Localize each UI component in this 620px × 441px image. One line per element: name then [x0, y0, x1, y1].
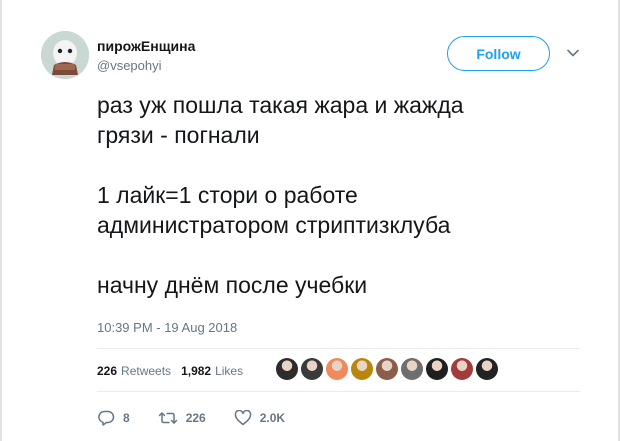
reply-count: 8 — [123, 411, 130, 425]
tweet-text: раз уж пошла такая жара и жажда грязи - … — [97, 90, 577, 300]
retweet-count: 226 — [185, 411, 206, 425]
retweet-button[interactable]: 226 — [158, 410, 206, 426]
liker-avatar-1[interactable] — [276, 358, 298, 380]
follow-button[interactable]: Follow — [447, 36, 550, 71]
liker-avatar-2[interactable] — [301, 358, 323, 380]
reply-icon — [98, 410, 115, 426]
heart-icon — [234, 410, 251, 426]
reply-button[interactable]: 8 — [97, 410, 130, 426]
like-count: 2.0K — [259, 411, 286, 425]
liker-avatars — [276, 358, 498, 380]
liker-avatar-5[interactable] — [376, 358, 398, 380]
user-handle[interactable]: @vsepohyi — [97, 58, 162, 73]
avatar[interactable] — [41, 31, 89, 79]
tweet-actions: 8 226 2.0K — [97, 410, 313, 426]
likes-count: 1,982 — [181, 364, 212, 378]
tweet-stats: 226 Retweets 1,982 Likes — [97, 364, 253, 378]
retweets-label: Retweets — [121, 364, 172, 378]
divider — [97, 391, 580, 392]
tweet-paragraph: 1 лайк=1 стори о работе администратором … — [97, 182, 451, 238]
liker-avatar-7[interactable] — [426, 358, 448, 380]
liker-avatar-6[interactable] — [401, 358, 423, 380]
liker-avatar-9[interactable] — [476, 358, 498, 380]
retweet-icon — [158, 412, 177, 424]
chevron-down-icon[interactable] — [566, 46, 580, 60]
tweet-timestamp[interactable]: 10:39 PM - 19 Aug 2018 — [97, 320, 237, 335]
like-button[interactable]: 2.0K — [234, 410, 285, 426]
card-border-left — [0, 0, 2, 441]
tweet-paragraph: раз уж пошла такая жара и жажда грязи - … — [97, 92, 464, 148]
liker-avatar-8[interactable] — [451, 358, 473, 380]
user-display-name[interactable]: пирожЕнщина — [97, 38, 195, 54]
divider — [97, 348, 580, 349]
tweet-paragraph: начну днём после учебки — [97, 272, 368, 298]
tweet-card: пирожЕнщина @vsepohyi Follow раз уж пошл… — [0, 0, 620, 441]
retweets-stat[interactable]: 226 Retweets — [97, 364, 171, 378]
liker-avatar-3[interactable] — [326, 358, 348, 380]
retweets-count: 226 — [97, 364, 118, 378]
liker-avatar-4[interactable] — [351, 358, 373, 380]
avatar-image — [41, 31, 89, 79]
likes-stat[interactable]: 1,982 Likes — [181, 364, 243, 378]
likes-label: Likes — [215, 364, 244, 378]
